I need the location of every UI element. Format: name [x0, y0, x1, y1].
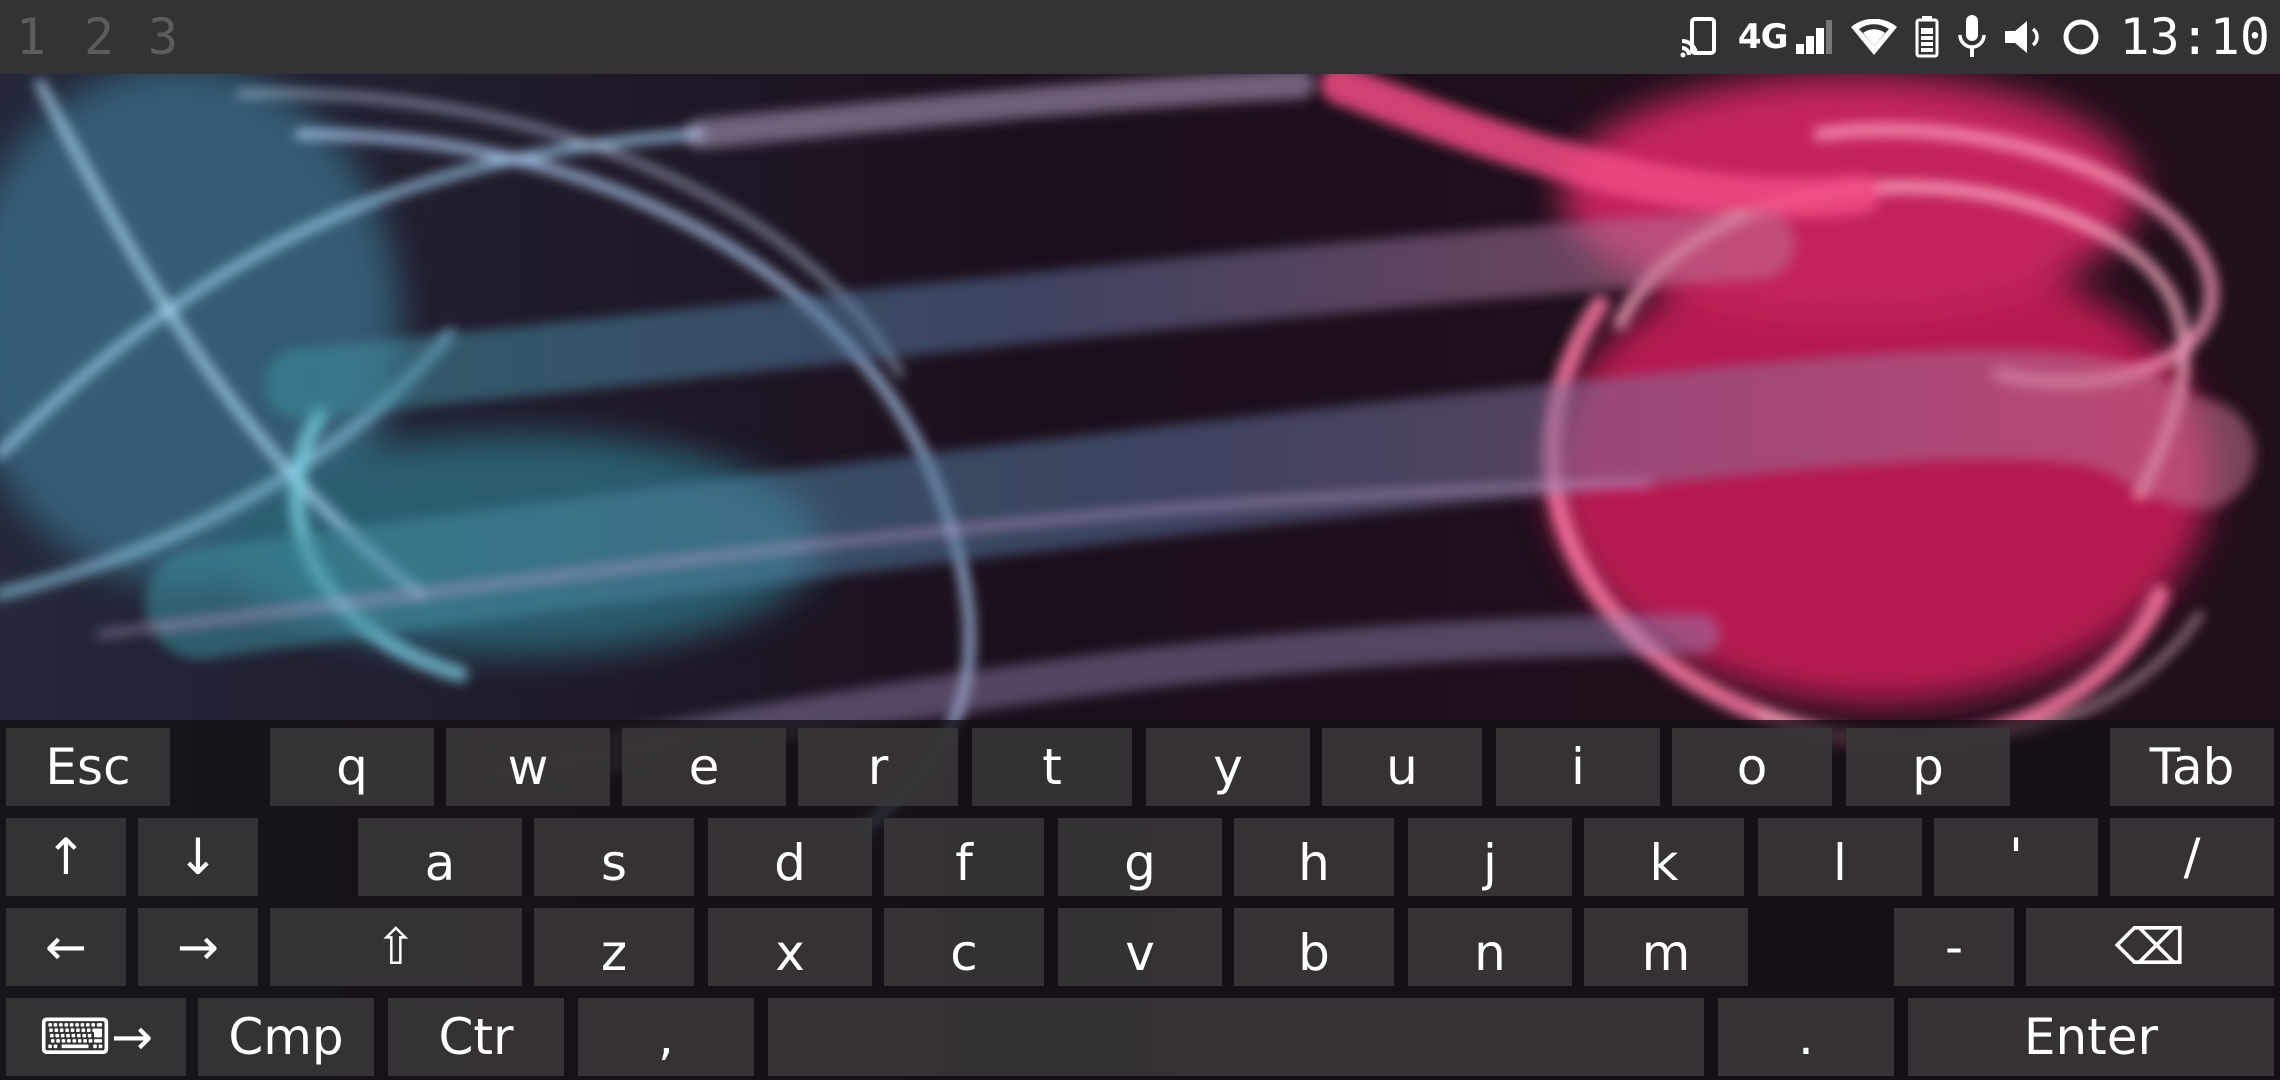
key-h[interactable]: h: [1234, 818, 1394, 896]
key-v[interactable]: v: [1058, 908, 1222, 986]
key-o[interactable]: o: [1672, 728, 1832, 806]
key-n[interactable]: n: [1408, 908, 1572, 986]
key-u[interactable]: u: [1322, 728, 1482, 806]
system-tray: 4G 13:10: [1680, 0, 2280, 74]
wifi-icon: [1851, 0, 1898, 74]
key-w[interactable]: w: [446, 728, 610, 806]
key-g[interactable]: g: [1058, 818, 1222, 896]
microphone-icon: [1957, 0, 1987, 74]
key-backspace[interactable]: ⌫: [2026, 908, 2274, 986]
key-b[interactable]: b: [1234, 908, 1394, 986]
volume-icon: [2005, 0, 2043, 74]
key-s[interactable]: s: [534, 818, 694, 896]
signal-icon: [1795, 0, 1833, 74]
key-z[interactable]: z: [534, 908, 694, 986]
key-tab[interactable]: Tab: [2110, 728, 2274, 806]
key-f[interactable]: f: [884, 818, 1044, 896]
key-r[interactable]: r: [798, 728, 958, 806]
key-y[interactable]: y: [1146, 728, 1310, 806]
key-t[interactable]: t: [972, 728, 1132, 806]
key-e[interactable]: e: [622, 728, 786, 806]
key-k[interactable]: k: [1584, 818, 1744, 896]
key-space[interactable]: [768, 998, 1704, 1076]
key-arrow-right[interactable]: →: [138, 908, 258, 986]
battery-icon: [1915, 0, 1939, 74]
network-type-label: 4G: [1737, 17, 1789, 57]
circle-status-icon: [2061, 0, 2101, 74]
key-a[interactable]: a: [358, 818, 522, 896]
top-panel: 1 2 3 4G 13:10: [0, 0, 2280, 74]
key-m[interactable]: m: [1584, 908, 1748, 986]
phone-screen: 1 2 3 4G 13:10 Esc q w e r t y u i o p T…: [0, 0, 2280, 1080]
key-arrow-down[interactable]: ↓: [138, 818, 258, 896]
key-comma[interactable]: ,: [578, 998, 754, 1076]
key-control[interactable]: Ctr: [388, 998, 564, 1076]
key-esc[interactable]: Esc: [6, 728, 170, 806]
cast-icon: [1680, 0, 1720, 74]
key-slash[interactable]: /: [2110, 818, 2274, 896]
key-arrow-up[interactable]: ↑: [6, 818, 126, 896]
key-i[interactable]: i: [1496, 728, 1660, 806]
key-shift[interactable]: ⇧: [270, 908, 522, 986]
key-x[interactable]: x: [708, 908, 872, 986]
key-p[interactable]: p: [1846, 728, 2010, 806]
key-d[interactable]: d: [708, 818, 872, 896]
workspace-1[interactable]: 1: [0, 4, 62, 70]
clock: 13:10: [2119, 8, 2270, 66]
key-hyphen[interactable]: -: [1894, 908, 2014, 986]
key-q[interactable]: q: [270, 728, 434, 806]
key-arrow-left[interactable]: ←: [6, 908, 126, 986]
key-keyboard-switch[interactable]: ⌨→: [6, 998, 186, 1076]
workspace-3[interactable]: 3: [132, 4, 194, 70]
key-period[interactable]: .: [1718, 998, 1894, 1076]
key-c[interactable]: c: [884, 908, 1044, 986]
on-screen-keyboard: Esc q w e r t y u i o p Tab ↑ ↓ a s d f …: [0, 720, 2280, 1080]
key-j[interactable]: j: [1408, 818, 1572, 896]
key-apostrophe[interactable]: ': [1934, 818, 2098, 896]
key-l[interactable]: l: [1758, 818, 1922, 896]
workspace-2[interactable]: 2: [68, 4, 130, 70]
key-enter[interactable]: Enter: [1908, 998, 2274, 1076]
key-compose[interactable]: Cmp: [198, 998, 374, 1076]
